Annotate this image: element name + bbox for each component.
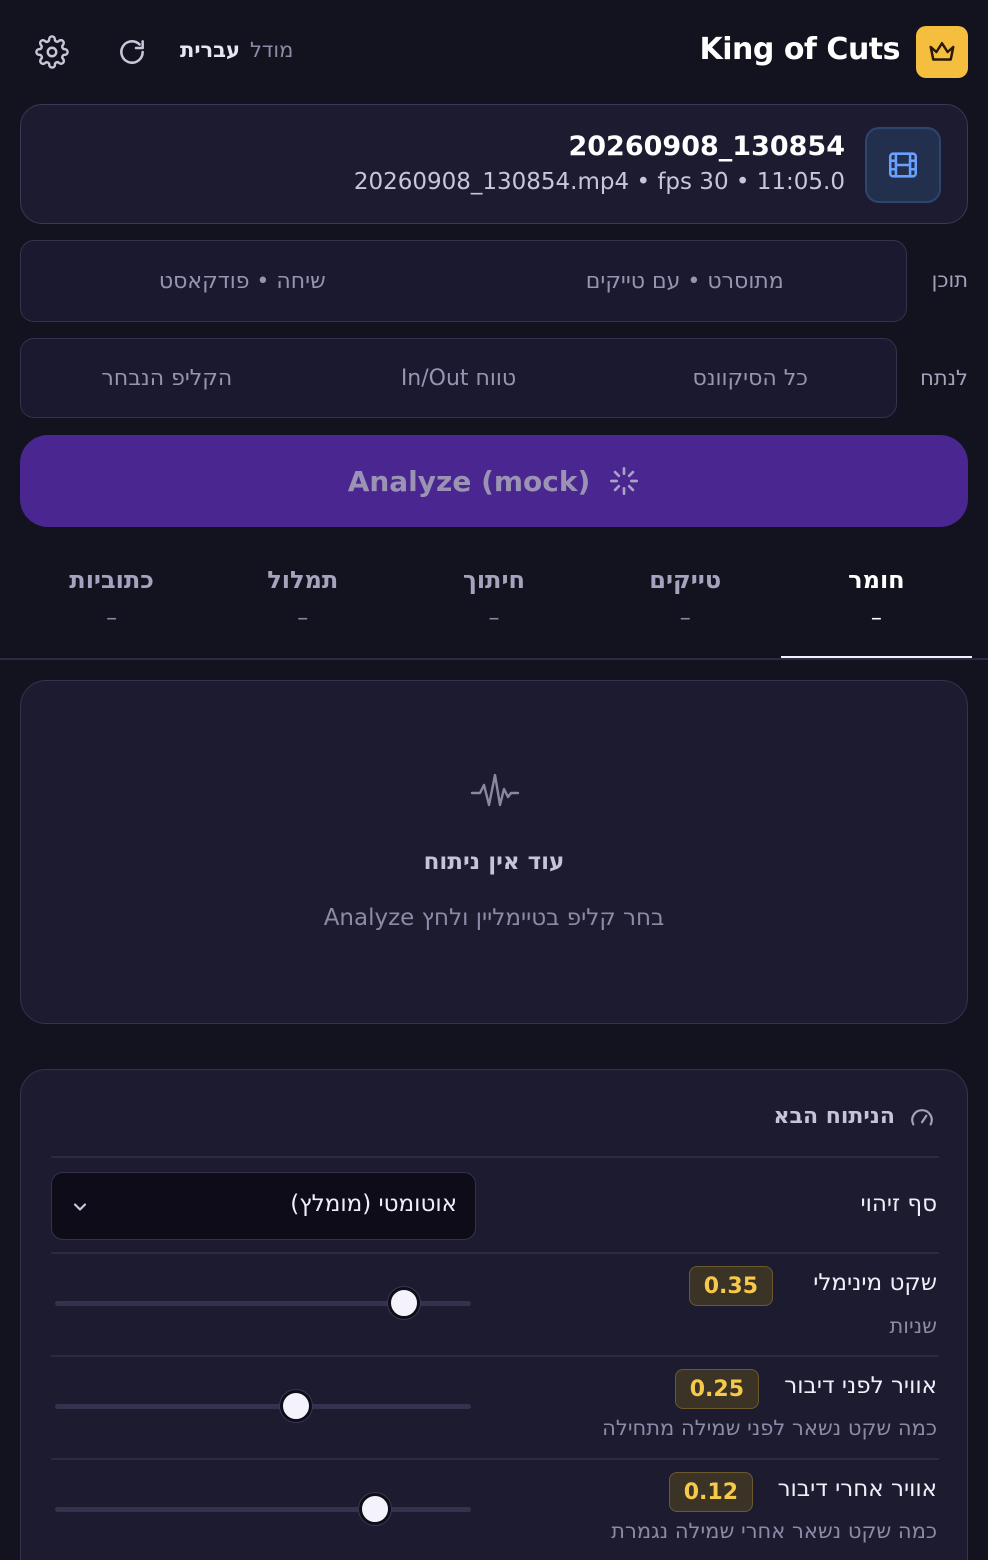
app-logo xyxy=(916,26,968,78)
tab-cut[interactable]: חיתוך – xyxy=(398,560,589,660)
analyze-button[interactable]: Analyze (mock) xyxy=(20,435,968,527)
file-card: 20260908_130854 20260908_130854.mp4 • fp… xyxy=(20,104,968,224)
post-roll-hint: כמה שקט נשאר אחרי שמילה נגמרת xyxy=(611,1519,937,1543)
analyze-button-label: Analyze (mock) xyxy=(347,464,591,498)
refresh-icon xyxy=(120,40,144,64)
tab-material[interactable]: חומר – xyxy=(780,560,973,660)
divider xyxy=(51,1458,939,1460)
content-option-conversation[interactable]: שיחה • פודקאסט xyxy=(21,241,464,321)
model-selector[interactable]: מודל עברית xyxy=(180,38,293,62)
tab-count: – xyxy=(488,606,500,631)
min-silence-hint: שניות xyxy=(889,1314,937,1338)
pre-roll-slider-thumb[interactable] xyxy=(280,1390,313,1422)
top-bar: מודל עברית King of Cuts xyxy=(0,0,988,104)
empty-state-card: עוד אין ניתוח בחר קליפ בטיימליין ולחץ An… xyxy=(20,680,968,1024)
tabs-divider xyxy=(0,658,988,660)
post-roll-label: אוויר אחרי דיבור xyxy=(777,1476,937,1502)
file-thumbnail xyxy=(865,127,941,203)
tab-takes[interactable]: טייקים – xyxy=(590,560,781,660)
min-silence-value-badge: 0.35 xyxy=(688,1266,773,1306)
film-icon xyxy=(888,152,918,178)
tab-label: תמלול xyxy=(267,566,339,594)
tab-label: טייקים xyxy=(649,566,722,594)
tab-label: כתוביות xyxy=(69,566,154,594)
content-option-scripted[interactable]: מתוסרט • עם טייקים xyxy=(464,241,907,321)
file-meta: 20260908_130854.mp4 • fps 30 • 11:05.0 xyxy=(353,169,845,195)
post-roll-slider-track[interactable] xyxy=(55,1493,471,1525)
post-roll-value-badge: 0.12 xyxy=(668,1472,753,1512)
divider xyxy=(51,1355,939,1357)
next-analysis-card: הניתוח הבא סף זיהוי אוטומטי (מומלץ) שקט … xyxy=(20,1069,968,1560)
settings-button[interactable] xyxy=(32,32,72,72)
threshold-select-value: אוטומטי (מומלץ) xyxy=(290,1191,457,1217)
tab-count: – xyxy=(106,606,118,631)
chevron-down-icon xyxy=(73,1203,87,1211)
scope-option-in-out[interactable]: טווח In/Out xyxy=(313,339,605,417)
refresh-button[interactable] xyxy=(112,32,152,72)
analyze-row-label: לנתח xyxy=(920,366,968,390)
tab-transcript[interactable]: תמלול – xyxy=(207,560,398,660)
waveform-icon xyxy=(470,773,520,807)
app-title: King of Cuts xyxy=(699,32,901,67)
content-type-segmented: מתוסרט • עם טייקים שיחה • פודקאסט xyxy=(20,240,907,322)
min-silence-label: שקט מינימלי xyxy=(813,1270,937,1296)
tab-label: חיתוך xyxy=(462,566,526,594)
threshold-select[interactable]: אוטומטי (מומלץ) xyxy=(51,1172,476,1240)
gear-icon xyxy=(35,35,69,69)
spinner-icon xyxy=(610,467,639,495)
tab-label: חומר xyxy=(848,566,905,594)
pre-roll-label: אוויר לפני דיבור xyxy=(784,1373,937,1399)
divider xyxy=(51,1252,939,1254)
crown-icon xyxy=(929,42,955,61)
tab-captions[interactable]: כתוביות – xyxy=(16,560,207,660)
tab-count: – xyxy=(870,606,882,631)
gauge-icon xyxy=(911,1109,933,1126)
min-silence-slider-thumb[interactable] xyxy=(388,1287,421,1319)
pre-roll-value-badge: 0.25 xyxy=(674,1369,759,1409)
tab-count: – xyxy=(679,606,691,631)
pre-roll-slider-track[interactable] xyxy=(55,1390,471,1422)
scope-option-sequence[interactable]: כל הסיקוונס xyxy=(604,339,896,417)
divider xyxy=(51,1156,939,1158)
empty-state-subtitle: בחר קליפ בטיימליין ולחץ Analyze xyxy=(323,905,665,931)
threshold-label: סף זיהוי xyxy=(860,1191,938,1217)
file-name: 20260908_130854 xyxy=(568,131,845,162)
min-silence-slider-track[interactable] xyxy=(55,1287,471,1319)
post-roll-slider-thumb[interactable] xyxy=(359,1493,392,1525)
content-row-label: תוכן xyxy=(931,268,968,292)
model-value: עברית xyxy=(180,38,240,62)
pre-roll-hint: כמה שקט נשאר לפני שמילה מתחילה xyxy=(602,1416,937,1440)
empty-state-title: עוד אין ניתוח xyxy=(423,849,565,875)
analysis-tabs: חומר – טייקים – חיתוך – תמלול – כתוביות … xyxy=(16,560,973,660)
tab-count: – xyxy=(297,606,309,631)
next-analysis-title: הניתוח הבא xyxy=(773,1104,895,1129)
model-label: מודל xyxy=(249,38,294,62)
analyze-scope-segmented: כל הסיקוונס טווח In/Out הקליפ הנבחר xyxy=(20,338,897,418)
scope-option-selected-clip[interactable]: הקליפ הנבחר xyxy=(21,339,313,417)
